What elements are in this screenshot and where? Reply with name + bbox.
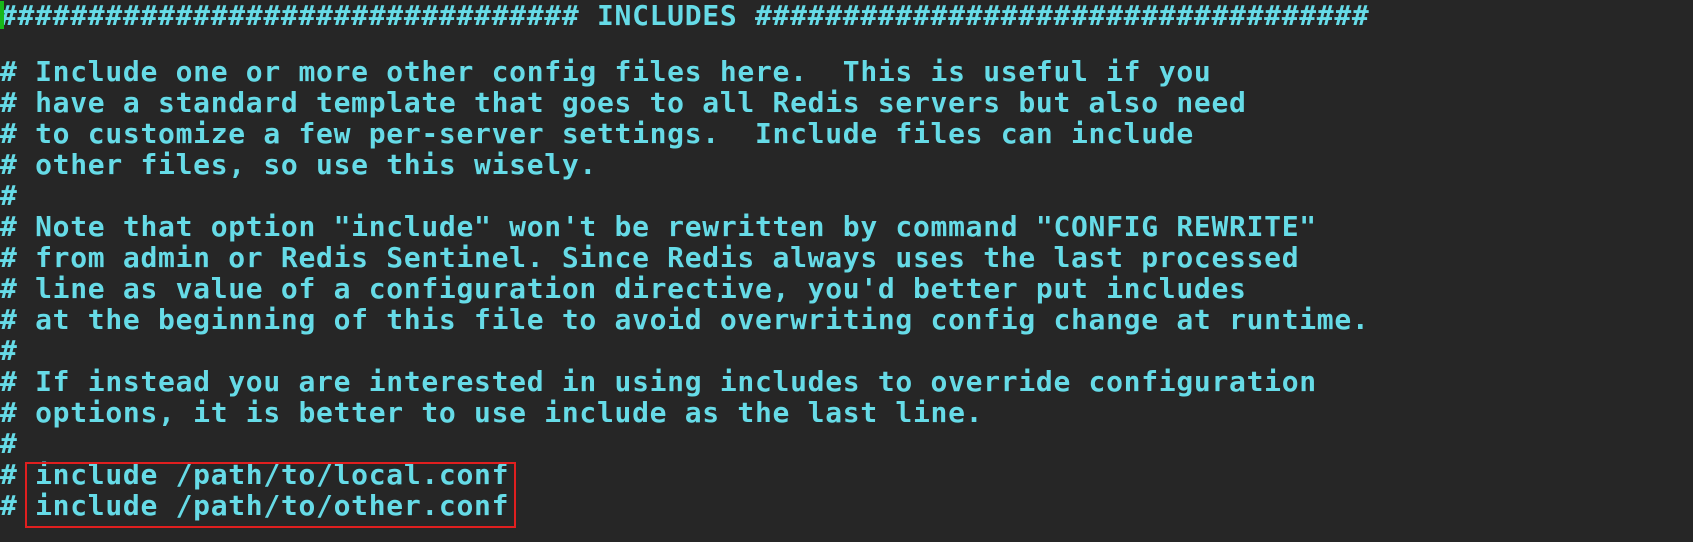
comment-line: # If instead you are interested in using… [0, 365, 1317, 398]
section-header-line: ################################# INCLUD… [0, 0, 1370, 32]
include-lines-highlight-box [25, 462, 516, 528]
comment-line: # options, it is better to use include a… [0, 396, 984, 429]
comment-line: # line as value of a configuration direc… [0, 272, 1247, 305]
comment-line: # [0, 334, 18, 367]
text-cursor [0, 1, 4, 29]
comment-line: # from admin or Redis Sentinel. Since Re… [0, 241, 1300, 274]
comment-line: # Note that option "include" won't be re… [0, 210, 1317, 243]
comment-line: # [0, 427, 18, 460]
terminal-editor[interactable]: ################################# INCLUD… [0, 0, 1693, 542]
comment-line: # to customize a few per-server settings… [0, 117, 1194, 150]
comment-line: # other files, so use this wisely. [0, 148, 597, 181]
comment-line: # Include one or more other config files… [0, 55, 1212, 88]
comment-line: # [0, 179, 18, 212]
comment-line: # have a standard template that goes to … [0, 86, 1247, 119]
comment-line: # at the beginning of this file to avoid… [0, 303, 1370, 336]
